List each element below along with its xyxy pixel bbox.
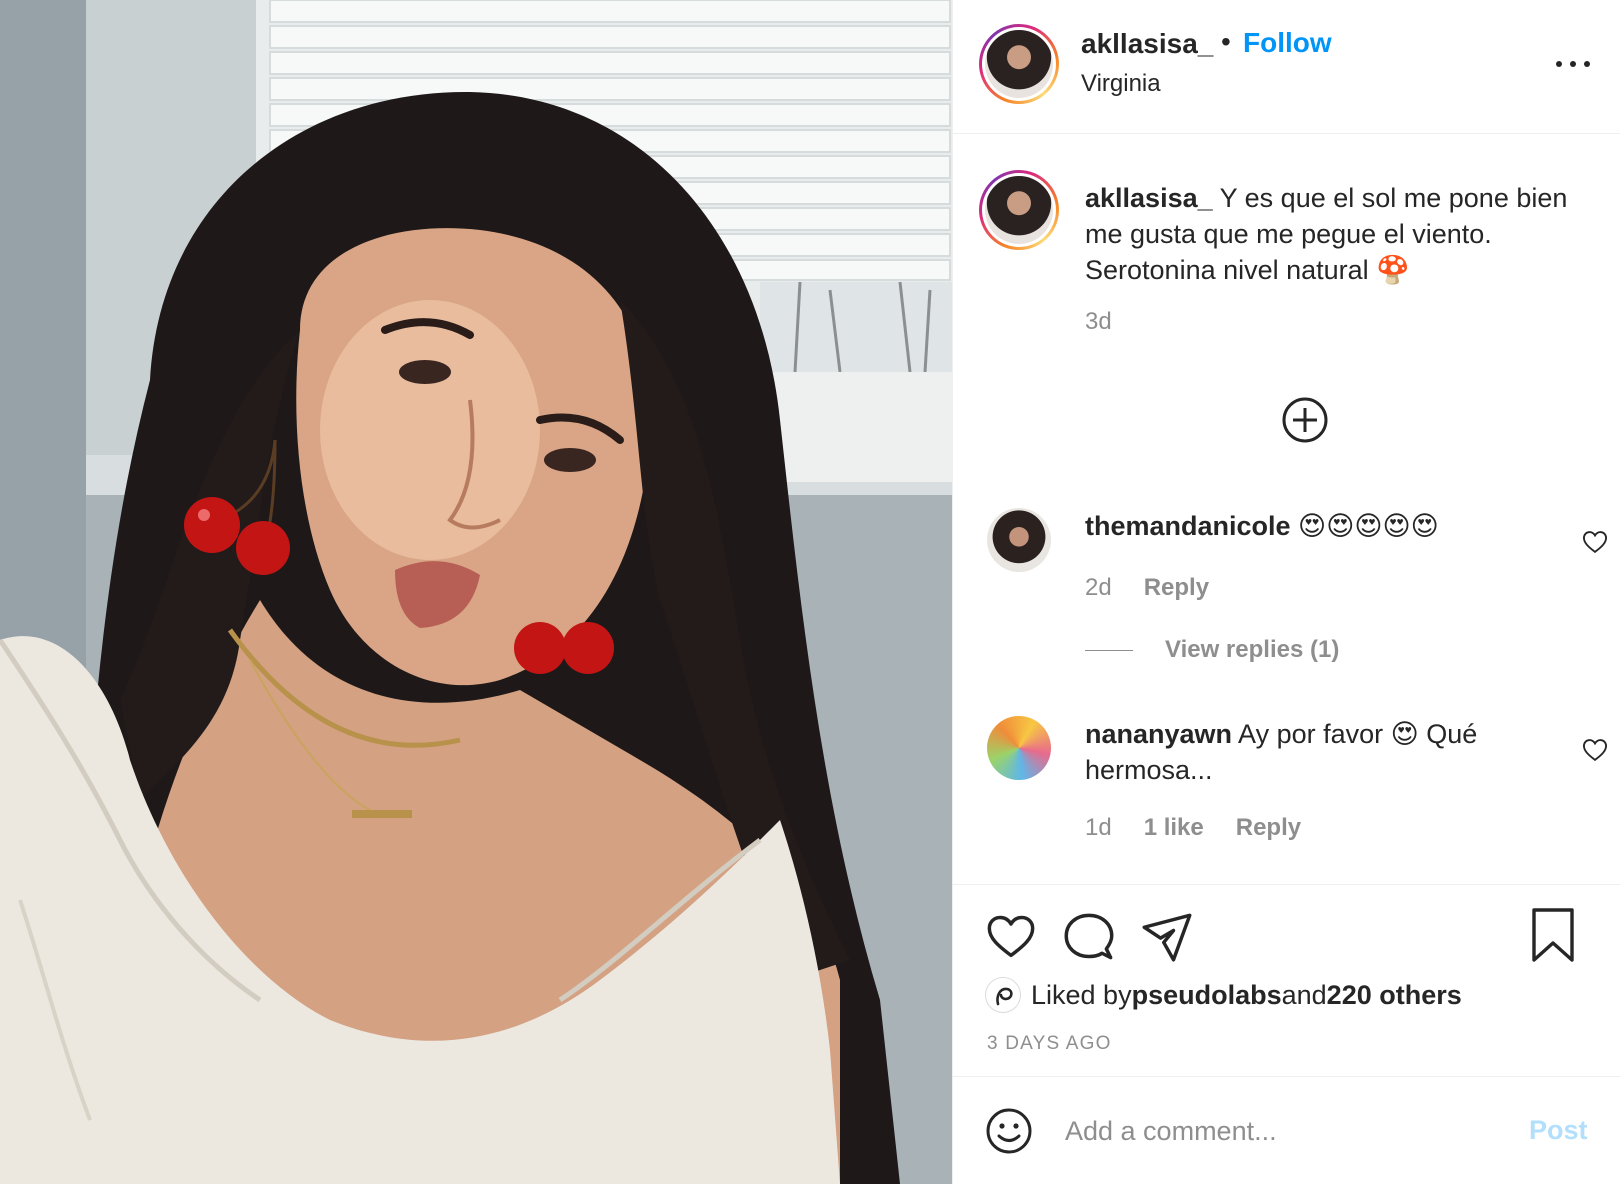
header-separator: •: [1221, 26, 1231, 57]
post-actions: Liked by pseudolabs and 220 others 3 DAY…: [953, 884, 1620, 1084]
comment-timestamp: 2d: [1085, 574, 1112, 601]
comment-like-heart-icon[interactable]: [1581, 736, 1609, 764]
caption-text: akllasisa_ Y es que el sol me pone bien …: [1085, 180, 1595, 288]
selfie-illustration: [0, 0, 952, 1184]
author-avatar[interactable]: [979, 24, 1059, 104]
comment-text: nananyawn Ay por favor 😍 Qué hermosa...: [1085, 716, 1565, 788]
reply-button[interactable]: Reply: [1236, 814, 1301, 841]
comment-meta: 1d 1 like Reply: [1085, 814, 1301, 842]
paper-plane-icon[interactable]: [1141, 911, 1193, 963]
bookmark-icon[interactable]: [1529, 907, 1577, 963]
caption-avatar[interactable]: [979, 170, 1059, 250]
comment-text: themandanicole 😍😍😍😍😍: [1085, 508, 1439, 544]
comment-username[interactable]: themandanicole: [1085, 511, 1291, 541]
heart-icon[interactable]: [985, 911, 1037, 963]
post-comment-button[interactable]: Post: [1529, 1115, 1588, 1146]
author-username[interactable]: akllasisa_: [1081, 28, 1213, 60]
comment-icon[interactable]: [1063, 911, 1115, 963]
comment-likes-count[interactable]: 1 like: [1144, 814, 1204, 841]
post-location[interactable]: Virginia: [1081, 70, 1161, 98]
view-replies-button[interactable]: View replies (1): [1085, 636, 1339, 664]
comment-meta: 2d Reply: [1085, 574, 1209, 602]
view-replies-label: View replies (1): [1165, 636, 1340, 663]
more-horizontal-icon[interactable]: [1553, 44, 1593, 84]
comment-username[interactable]: nananyawn: [1085, 719, 1232, 749]
plus-circle-icon[interactable]: [1281, 396, 1329, 444]
add-comment-bar: Post: [953, 1076, 1620, 1184]
liked-by-summary[interactable]: Liked by pseudolabs and 220 others: [985, 977, 1462, 1013]
caption-username[interactable]: akllasisa_: [1085, 183, 1213, 213]
smiley-icon[interactable]: [985, 1107, 1033, 1155]
comment-like-heart-icon[interactable]: [1581, 528, 1609, 556]
liked-by-prefix: Liked by: [1031, 979, 1132, 1010]
post-photo[interactable]: [0, 0, 952, 1184]
comment-avatar[interactable]: [987, 716, 1051, 780]
post-detail-panel: akllasisa_ • Follow Virginia akllasisa_ …: [952, 0, 1620, 1184]
liked-by-user[interactable]: pseudolabs: [1132, 980, 1282, 1011]
liked-by-others[interactable]: 220 others: [1327, 980, 1462, 1011]
reply-button[interactable]: Reply: [1144, 574, 1209, 601]
post-header: akllasisa_ • Follow Virginia: [953, 0, 1620, 134]
comment-timestamp: 1d: [1085, 814, 1112, 841]
comment-avatar[interactable]: [987, 508, 1051, 572]
liked-by-middle: and: [1281, 979, 1327, 1010]
liker-avatar: [985, 977, 1021, 1013]
comment-input[interactable]: [1065, 1103, 1495, 1159]
comment-body: 😍😍😍😍😍: [1290, 511, 1439, 541]
caption-timestamp: 3d: [1085, 308, 1112, 335]
post-date[interactable]: 3 DAYS AGO: [987, 1033, 1112, 1055]
follow-button[interactable]: Follow: [1243, 27, 1332, 59]
